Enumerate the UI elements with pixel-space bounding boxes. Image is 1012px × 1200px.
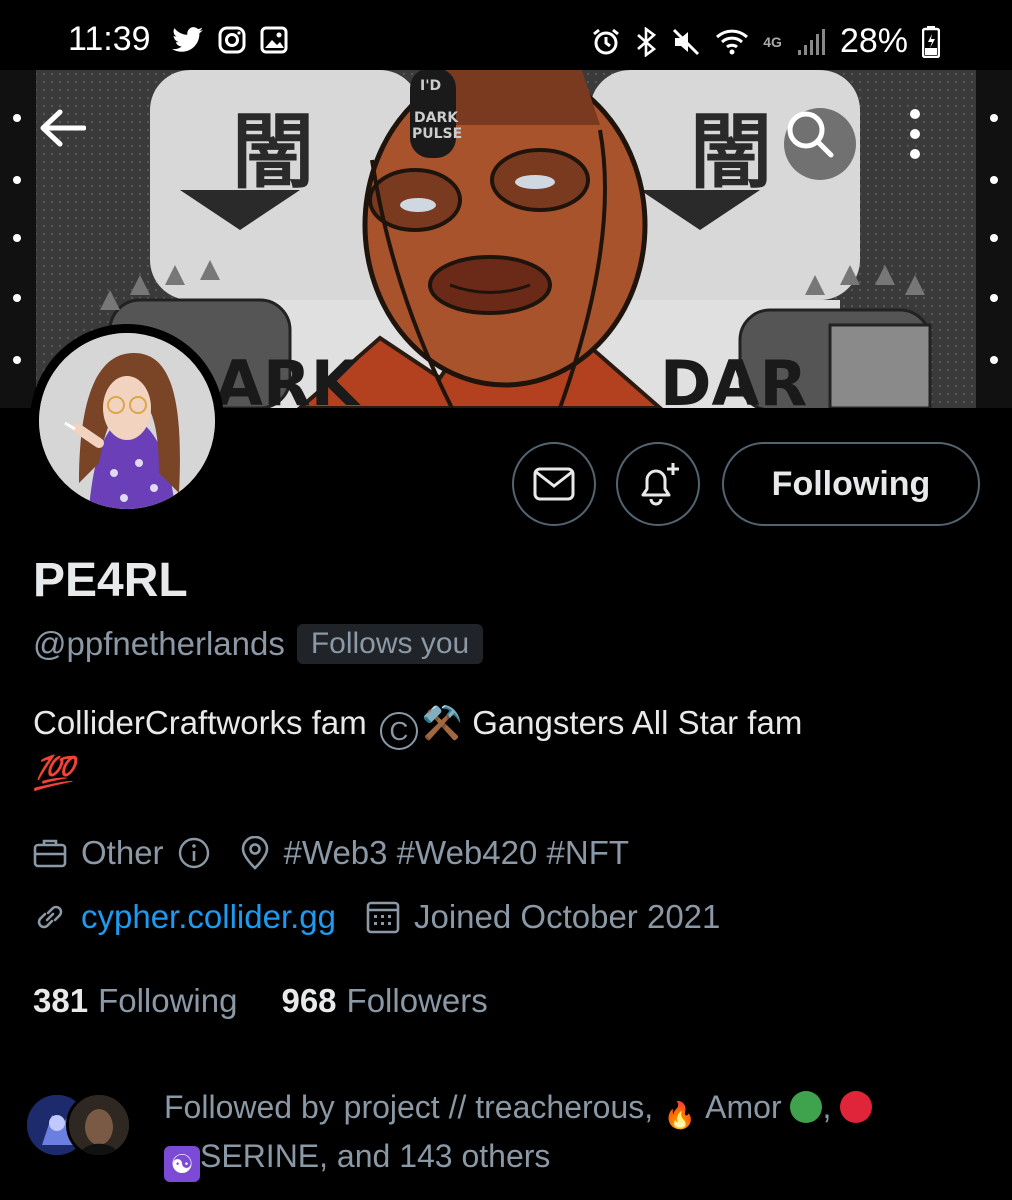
back-arrow-icon (40, 109, 86, 147)
hundred-emoji: 💯 (33, 754, 75, 791)
svg-text:ARK: ARK (215, 347, 361, 408)
followers-stat[interactable]: 968 Followers (281, 982, 487, 1020)
bluetooth-icon (637, 26, 657, 57)
avatar-image (39, 333, 215, 509)
link-icon (37, 905, 63, 929)
search-button[interactable] (784, 108, 856, 180)
battery-percent: 28% (839, 22, 908, 60)
follow-stats: 381 Following 968 Followers (33, 982, 488, 1020)
follows-you-badge: Follows you (296, 624, 484, 664)
bio-text-2: Gangsters All Star fam (472, 704, 803, 741)
joined-item: Joined October 2021 (366, 898, 720, 936)
followed-by-avatars (24, 1092, 154, 1162)
followed-by-prefix: Followed by project // treacherous, (164, 1089, 654, 1125)
svg-text:DARK: DARK (414, 110, 459, 126)
hammer-emoji: ⚒️ (421, 704, 464, 741)
svg-text:I'D: I'D (420, 78, 441, 94)
battery-icon (922, 25, 940, 58)
calendar-icon (366, 901, 400, 934)
user-handle: @ppfnetherlands (33, 625, 285, 662)
copyright-emoji: C (379, 712, 418, 750)
location-item: #Web3 #Web420 #NFT (240, 834, 629, 872)
followed-by-serine: SERINE, and 143 others (200, 1138, 551, 1174)
followed-by-amor: Amor (705, 1089, 782, 1125)
svg-text:DAR: DAR (660, 347, 807, 408)
profile-bio: ColliderCraftworks fam C ⚒️ Gangsters All… (33, 700, 983, 796)
mail-icon (533, 467, 575, 501)
status-time: 11:39 (68, 20, 151, 58)
location-text: #Web3 #Web420 #NFT (283, 834, 630, 871)
more-options-button[interactable] (908, 108, 976, 180)
followers-label: Followers (346, 982, 488, 1019)
following-stat[interactable]: 381 Following (33, 982, 237, 1020)
website-item: cypher.collider.gg (33, 898, 336, 936)
signal-icon (797, 28, 825, 55)
search-icon (787, 111, 834, 158)
svg-text:闇: 闇 (690, 105, 772, 200)
green-circle-emoji (790, 1091, 823, 1123)
website-link[interactable]: cypher.collider.gg (81, 898, 336, 936)
instagram-icon (218, 26, 246, 54)
alarm-icon (593, 28, 620, 54)
display-name: PE4RL (33, 554, 188, 607)
joined-text: Joined October 2021 (414, 898, 721, 935)
followed-by-text: Followed by project // treacherous, 🔥 Am… (164, 1084, 984, 1182)
info-icon[interactable] (178, 837, 210, 869)
back-button[interactable] (38, 108, 110, 180)
gallery-icon (260, 26, 288, 54)
following-count: 381 (33, 982, 89, 1019)
meta-row-1: Other #Web3 #Web420 #NFT (33, 834, 659, 872)
notifications-button[interactable] (616, 442, 700, 526)
location-pin-icon (241, 836, 268, 870)
meta-row-2: cypher.collider.gg Joined October 2021 (33, 898, 750, 936)
red-circle-emoji (840, 1091, 873, 1123)
handle-row: @ppfnetherlands Follows you (33, 624, 484, 664)
twitter-icon (172, 27, 203, 52)
bio-text-1: ColliderCraftworks fam (33, 704, 367, 741)
svg-text:PULSE: PULSE (412, 126, 462, 142)
following-button[interactable]: Following (722, 442, 980, 526)
network-type: 4G (763, 33, 782, 50)
following-label: Following (98, 982, 238, 1019)
bell-plus-icon (641, 463, 679, 506)
fire-emoji: 🔥 (663, 1100, 697, 1130)
briefcase-icon (33, 839, 67, 868)
message-button[interactable] (512, 442, 596, 526)
svg-text:闇: 闇 (232, 105, 314, 200)
profile-avatar[interactable] (30, 324, 224, 518)
mute-icon (673, 28, 700, 55)
yin-yang-emoji: ☯ (164, 1146, 200, 1182)
status-bar: 11:39 4G 28% (0, 0, 1012, 70)
category-text: Other (81, 834, 164, 871)
followers-count: 968 (281, 982, 337, 1019)
wifi-icon (716, 29, 749, 54)
more-icon (910, 109, 920, 159)
follower-avatar-2 (66, 1092, 132, 1158)
category-item: Other (33, 834, 210, 872)
